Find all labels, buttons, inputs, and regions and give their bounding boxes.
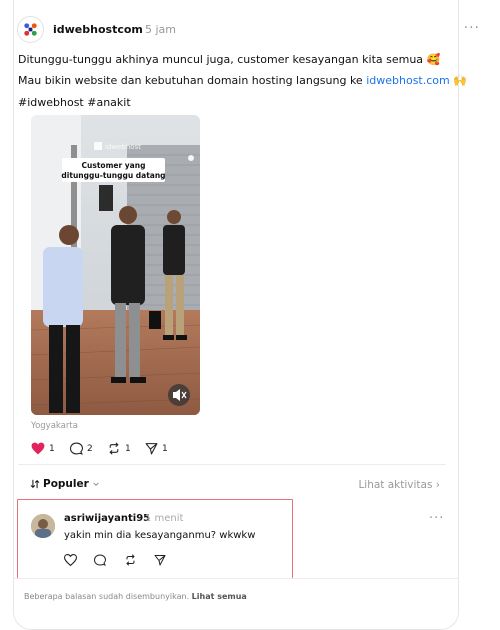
idwebhost-logo-icon bbox=[24, 23, 37, 36]
avatar-photo bbox=[31, 514, 55, 538]
hidden-replies-text: Beberapa balasan sudah disembunyikan. bbox=[24, 592, 190, 601]
repost-icon bbox=[109, 442, 119, 455]
post-caption-line1: Ditunggu-tunggu akhinya muncul juga, cus… bbox=[18, 53, 441, 66]
reply-text: yakin min dia kesayanganmu? wkwkw bbox=[64, 530, 256, 541]
activity-label: Lihat aktivitas bbox=[358, 479, 433, 491]
mute-icon[interactable] bbox=[168, 384, 190, 406]
heart-outline-icon[interactable] bbox=[64, 554, 77, 566]
reply-time[interactable]: 1 menit bbox=[145, 513, 183, 524]
overlay-line-2: ditunggu-tunggu datang bbox=[61, 171, 165, 180]
view-activity-link[interactable]: Lihat aktivitas › bbox=[358, 479, 440, 491]
reply-username[interactable]: asriwijayanti95 bbox=[64, 513, 150, 524]
post-caption-line2: Mau bikin website dan kebutuhan domain h… bbox=[18, 74, 467, 87]
caption-text: Mau bikin website dan kebutuhan domain h… bbox=[18, 74, 367, 87]
sort-dropdown[interactable]: Populer bbox=[30, 478, 100, 490]
comment-bubble-icon bbox=[70, 442, 83, 455]
idwebhost-logo-avatar[interactable] bbox=[17, 16, 44, 43]
post-more-icon[interactable]: ··· bbox=[464, 20, 480, 36]
post-header: idwebhostcom 5 jam ··· bbox=[17, 16, 486, 44]
comment-bubble-icon[interactable] bbox=[94, 554, 106, 566]
hidden-replies-note: Beberapa balasan sudah disembunyikan. Li… bbox=[24, 592, 247, 601]
share-button[interactable]: 1 bbox=[145, 442, 168, 455]
video-watermark: idwebhost bbox=[94, 142, 141, 151]
like-count: 1 bbox=[49, 443, 55, 454]
send-icon[interactable] bbox=[154, 554, 166, 566]
video-frame: idwebhost Customer yang ditunggu-tunggu … bbox=[31, 115, 200, 415]
post-location[interactable]: Yogyakarta bbox=[31, 421, 78, 431]
repost-icon[interactable] bbox=[124, 554, 137, 566]
caption-emoji: 🙌 bbox=[449, 74, 467, 87]
comment-count: 2 bbox=[87, 443, 93, 454]
chevron-right-icon: › bbox=[435, 479, 440, 491]
video-dot-icon bbox=[188, 155, 194, 161]
post-hashtags[interactable]: #idwebhost #anakit bbox=[18, 96, 131, 109]
repost-button[interactable]: 1 bbox=[107, 442, 131, 455]
sort-icon bbox=[30, 479, 40, 489]
post-video[interactable]: idwebhost Customer yang ditunggu-tunggu … bbox=[31, 115, 200, 415]
video-watermark-text: idwebhost bbox=[105, 143, 141, 151]
chevron-down-icon bbox=[93, 482, 99, 486]
sort-label: Populer bbox=[43, 478, 89, 490]
reply-avatar[interactable] bbox=[31, 514, 55, 538]
person-left bbox=[43, 225, 83, 413]
video-overlay-label: Customer yang ditunggu-tunggu datang bbox=[61, 158, 166, 182]
share-count: 1 bbox=[162, 443, 168, 454]
replies-sort-bar: Populer Lihat aktivitas › bbox=[18, 464, 446, 501]
post-time[interactable]: 5 jam bbox=[145, 23, 176, 36]
caption-link[interactable]: idwebhost.com bbox=[366, 74, 450, 87]
repost-count: 1 bbox=[125, 443, 131, 454]
view-all-link[interactable]: Lihat semua bbox=[192, 592, 247, 601]
footer-divider bbox=[13, 578, 459, 579]
heart-filled-icon bbox=[31, 442, 45, 455]
send-icon bbox=[145, 443, 158, 455]
reply-more-icon[interactable]: ··· bbox=[429, 511, 444, 526]
comment-button[interactable]: 2 bbox=[70, 442, 93, 455]
like-button[interactable]: 1 bbox=[31, 442, 55, 455]
post-username[interactable]: idwebhostcom bbox=[53, 23, 143, 36]
overlay-line-1: Customer yang bbox=[82, 161, 146, 170]
